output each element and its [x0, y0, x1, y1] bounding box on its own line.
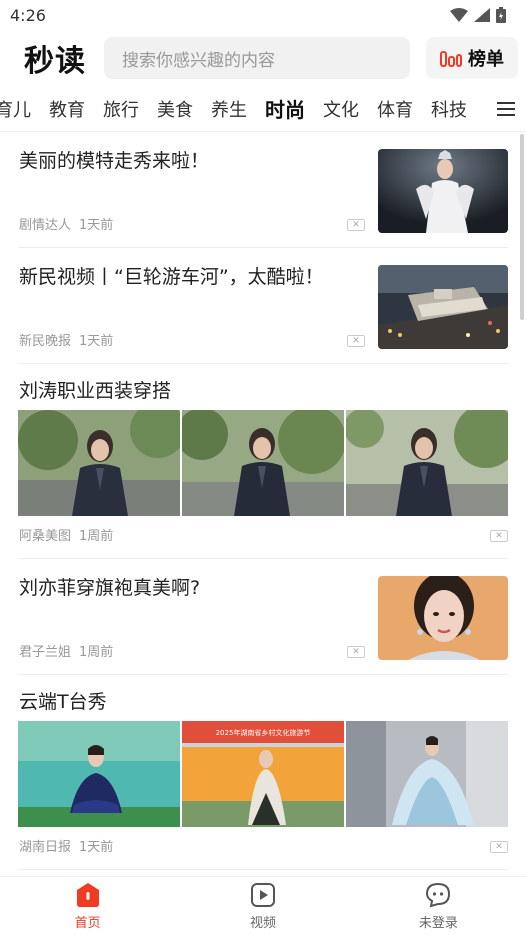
- dismiss-button[interactable]: ✕: [490, 841, 508, 853]
- close-icon: ✕: [352, 646, 360, 657]
- tab-food[interactable]: 美食: [148, 96, 202, 122]
- dismiss-button[interactable]: ✕: [347, 219, 365, 231]
- rank-label: 榜单: [468, 49, 504, 70]
- feed-item[interactable]: 美丽的模特走秀来啦！ 剧情达人 1天前 ✕: [18, 132, 508, 248]
- rank-button[interactable]: 榜单: [426, 37, 518, 79]
- tab-tech[interactable]: 科技: [422, 96, 476, 122]
- nav-video[interactable]: 视频: [175, 877, 350, 935]
- item-image: 2025年湖南省乡村文化旅游节: [182, 721, 344, 827]
- item-title: 新民视频丨“巨轮游车河”，太酷啦！: [19, 266, 324, 288]
- tab-parenting[interactable]: 育儿: [0, 96, 40, 122]
- search-input[interactable]: 搜索你感兴趣的内容: [104, 37, 410, 79]
- item-image: [18, 721, 180, 827]
- tab-education[interactable]: 教育: [40, 96, 94, 122]
- tab-sports[interactable]: 体育: [368, 96, 422, 122]
- item-image: [346, 721, 508, 827]
- nav-profile[interactable]: 未登录: [351, 877, 526, 935]
- news-feed: 美丽的模特走秀来啦！ 剧情达人 1天前 ✕ 新民视频丨“巨轮游车河”，太酷啦！: [0, 132, 526, 876]
- nav-home[interactable]: 首页: [0, 877, 175, 935]
- close-icon: ✕: [495, 530, 503, 541]
- item-time: 1天前: [79, 840, 114, 855]
- dismiss-button[interactable]: ✕: [347, 335, 365, 347]
- item-title: 云端T台秀: [19, 691, 107, 713]
- home-icon: [76, 882, 99, 907]
- item-thumbnail: [378, 576, 508, 660]
- item-source: 湖南日报: [19, 840, 72, 855]
- nav-video-label: 视频: [249, 915, 276, 931]
- item-source: 新民晚报: [19, 334, 72, 349]
- item-title: 刘亦菲穿旗袍真美啊?: [19, 577, 201, 599]
- item-meta: 阿桑美图 1周前: [19, 525, 113, 544]
- bottom-nav: 首页 视频 未登录: [0, 876, 526, 935]
- feed-item[interactable]: 刘亦菲穿旗袍真美啊? 君子兰姐 1周前 ✕: [18, 559, 508, 675]
- item-image: [346, 410, 508, 516]
- hamburger-icon: [497, 102, 515, 116]
- item-source: 君子兰姐: [19, 645, 72, 660]
- item-time: 1周前: [79, 645, 114, 660]
- item-meta: 君子兰姐 1周前: [19, 641, 113, 660]
- menu-button[interactable]: [486, 86, 526, 131]
- item-image-group: 2025年湖南省乡村文化旅游节: [18, 721, 508, 827]
- item-source: 剧情达人: [19, 218, 72, 233]
- item-time: 1天前: [79, 334, 114, 349]
- dismiss-button[interactable]: ✕: [347, 646, 365, 658]
- profile-icon: [426, 882, 451, 907]
- item-source: 阿桑美图: [19, 529, 72, 544]
- banner-text: 2025年湖南省乡村文化旅游节: [216, 728, 311, 737]
- item-title: 刘涛职业西装穿搭: [19, 380, 172, 402]
- tab-fashion[interactable]: 时尚: [256, 94, 314, 123]
- tab-culture[interactable]: 文化: [314, 96, 368, 122]
- close-icon: ✕: [495, 841, 503, 852]
- item-meta: 新民晚报 1天前: [19, 330, 113, 349]
- item-title: 美丽的模特走秀来啦！: [19, 150, 210, 172]
- scrollbar[interactable]: [520, 134, 524, 320]
- feed-item[interactable]: 新民视频丨“巨轮游车河”，太酷啦！ 新民晚报 1天前 ✕: [18, 248, 508, 364]
- item-meta: 湖南日报 1天前: [19, 836, 113, 855]
- nav-home-label: 首页: [74, 915, 101, 931]
- close-icon: ✕: [352, 219, 360, 230]
- item-image: [18, 410, 180, 516]
- bar-chart-icon: [440, 51, 462, 67]
- app-logo: 秒读: [24, 44, 86, 79]
- battery-icon: [496, 7, 506, 23]
- nav-profile-label: 未登录: [418, 915, 458, 931]
- tab-health[interactable]: 养生: [202, 96, 256, 122]
- item-thumbnail: [378, 265, 508, 349]
- feed-item[interactable]: 云端T台秀 2025年湖南省乡村文化旅游节 湖南日报 1天前 ✕: [18, 675, 508, 870]
- status-time: 4:26: [10, 5, 46, 25]
- signal-icon: [474, 8, 490, 22]
- item-thumbnail: [378, 149, 508, 233]
- tab-travel[interactable]: 旅行: [94, 96, 148, 122]
- feed-item[interactable]: 刘涛职业西装穿搭 阿桑美图 1周前 ✕: [18, 364, 508, 559]
- dismiss-button[interactable]: ✕: [490, 530, 508, 542]
- video-icon: [250, 882, 275, 907]
- status-icons: [450, 7, 506, 23]
- item-time: 1周前: [79, 529, 114, 544]
- item-image-group: [18, 410, 508, 516]
- item-time: 1天前: [79, 218, 114, 233]
- wifi-icon: [450, 8, 468, 22]
- item-image: [182, 410, 344, 516]
- app-header: 秒读 搜索你感兴趣的内容 榜单: [0, 30, 526, 86]
- category-tabs: 育儿 教育 旅行 美食 养生 时尚 文化 体育 科技: [0, 86, 526, 132]
- close-icon: ✕: [352, 335, 360, 346]
- item-meta: 剧情达人 1天前: [19, 214, 113, 233]
- status-bar: 4:26: [0, 0, 526, 30]
- search-placeholder: 搜索你感兴趣的内容: [122, 50, 275, 71]
